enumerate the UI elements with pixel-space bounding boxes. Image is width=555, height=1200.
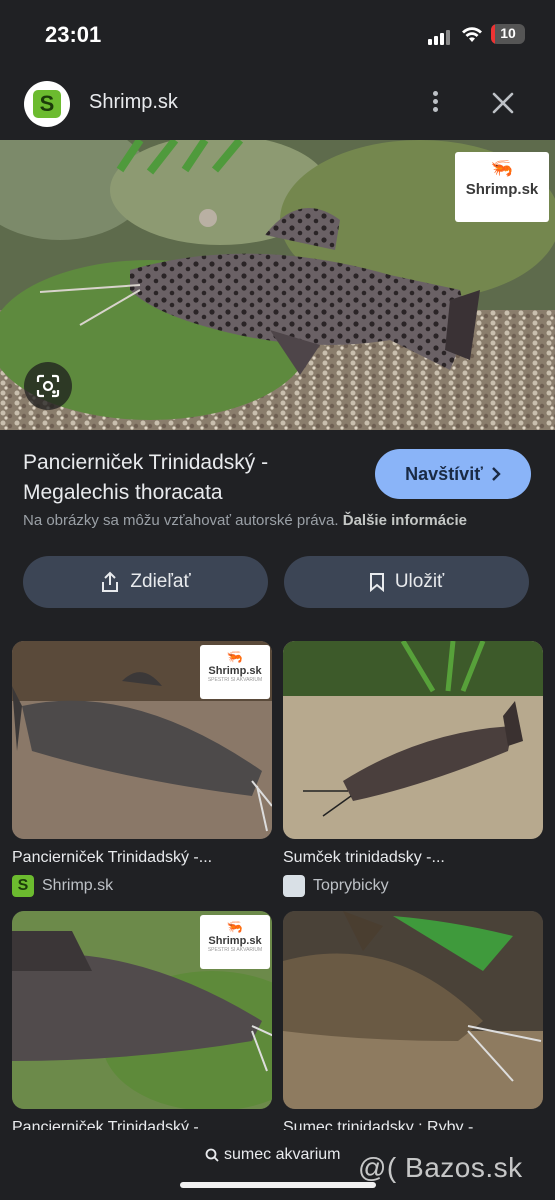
shrimp-favicon-icon: S	[12, 875, 34, 897]
google-lens-icon[interactable]	[24, 362, 72, 410]
more-options-icon[interactable]	[423, 88, 447, 120]
bookmark-icon	[369, 573, 384, 592]
source-header: S Shrimp.sk	[0, 78, 555, 130]
home-indicator[interactable]	[180, 1182, 376, 1188]
related-thumbnail[interactable]: 🦐 Shrimp.sk SPESTRI SI AKVARIUM	[12, 911, 272, 1109]
close-icon[interactable]	[488, 88, 518, 118]
site-name[interactable]: Shrimp.sk	[89, 91, 178, 114]
copyright-notice: Na obrázky sa môžu vzťahovať autorské pr…	[23, 512, 467, 529]
related-thumbnail[interactable]	[283, 911, 543, 1109]
result-title[interactable]: Pancierniček Trinidadský - Megalechis th…	[23, 448, 358, 508]
overlay-watermark: @( Bazos.sk	[358, 1152, 523, 1183]
share-button[interactable]: Zdieľať	[23, 556, 268, 608]
related-title[interactable]: Sumček trinidadsky -...	[283, 849, 543, 867]
bottom-search-bar[interactable]: sumec akvarium @( Bazos.sk	[0, 1130, 555, 1200]
related-result-card[interactable]: Sumček trinidadsky -... Toprybicky	[283, 641, 543, 897]
site-logo[interactable]: S	[24, 81, 70, 127]
related-title[interactable]: Pancierniček Trinidadský -...	[12, 849, 272, 867]
status-bar: 23:01 10	[0, 0, 555, 70]
more-info-link[interactable]: Ďalšie informácie	[343, 512, 467, 529]
visit-label: Navštíviť	[405, 463, 483, 484]
visit-button[interactable]: Navštíviť	[375, 449, 531, 499]
related-result-card[interactable]: 🦐 Shrimp.sk SPESTRI SI AKVARIUM Panciernič…	[12, 911, 272, 1137]
related-result-card[interactable]: 🦐 Shrimp.sk SPESTRI SI AKVARIUM Panciernič…	[12, 641, 272, 897]
signal-icon	[428, 27, 452, 45]
wifi-icon	[462, 27, 482, 42]
chevron-right-icon	[491, 467, 501, 481]
related-source[interactable]: Toprybicky	[283, 875, 543, 897]
logo-letter: S	[33, 90, 61, 118]
image-watermark: 🦐 Shrimp.sk	[455, 152, 549, 222]
save-button[interactable]: Uložiť	[284, 556, 529, 608]
clock: 23:01	[45, 22, 102, 47]
related-result-card[interactable]: Sumec trinidadsky : Ryby -...	[283, 911, 543, 1137]
toprybicky-favicon-icon	[283, 875, 305, 897]
search-query[interactable]: sumec akvarium	[205, 1146, 340, 1164]
related-thumbnail[interactable]	[283, 641, 543, 839]
related-thumbnail[interactable]: 🦐 Shrimp.sk SPESTRI SI AKVARIUM	[12, 641, 272, 839]
battery-icon: 10	[491, 24, 525, 44]
battery-level: 10	[500, 25, 516, 41]
share-icon	[102, 571, 119, 592]
preview-image[interactable]: 🦐 Shrimp.sk	[0, 140, 555, 430]
related-source[interactable]: S Shrimp.sk	[12, 875, 272, 897]
search-icon	[205, 1148, 219, 1162]
